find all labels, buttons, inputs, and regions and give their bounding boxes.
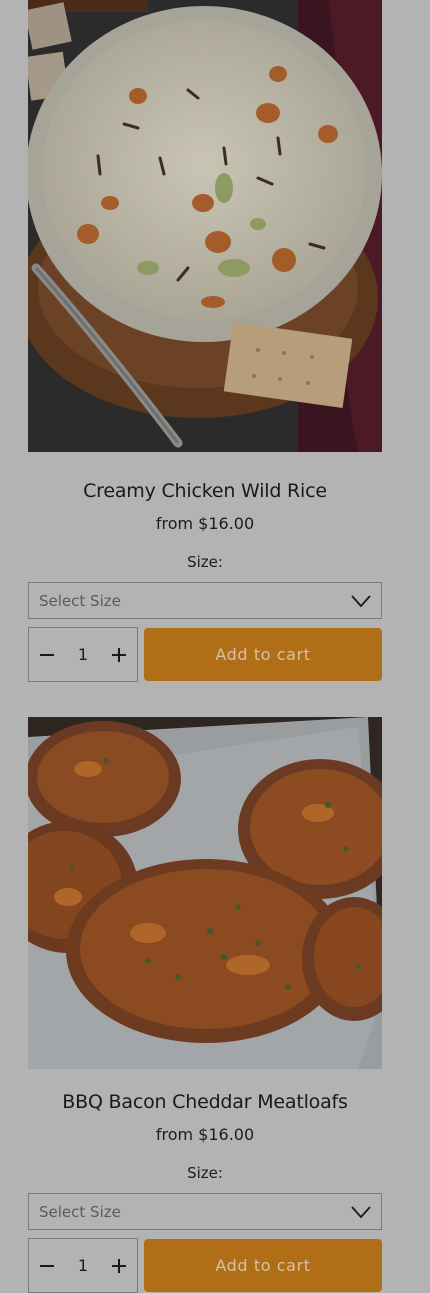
quantity-stepper: 1 bbox=[28, 1238, 138, 1293]
decrease-quantity-button[interactable] bbox=[37, 1256, 57, 1276]
purchase-actions: 1 Add to cart bbox=[28, 1238, 382, 1293]
add-to-cart-button[interactable]: Add to cart bbox=[144, 628, 382, 681]
minus-icon bbox=[40, 1264, 54, 1267]
plus-icon bbox=[112, 647, 126, 662]
size-select[interactable]: Select Size bbox=[28, 582, 382, 619]
size-select-placeholder: Select Size bbox=[39, 1202, 121, 1221]
quantity-value[interactable]: 1 bbox=[78, 645, 88, 664]
product-price: from $16.00 bbox=[155, 514, 255, 533]
quantity-value[interactable]: 1 bbox=[78, 1256, 88, 1275]
add-to-cart-button[interactable]: Add to cart bbox=[144, 1239, 382, 1292]
chevron-down-icon bbox=[351, 594, 371, 607]
quantity-stepper: 1 bbox=[28, 627, 138, 682]
product-price: from $16.00 bbox=[155, 1125, 255, 1144]
decrease-quantity-button[interactable] bbox=[37, 645, 57, 665]
size-select-placeholder: Select Size bbox=[39, 591, 121, 610]
size-select[interactable]: Select Size bbox=[28, 1193, 382, 1230]
increase-quantity-button[interactable] bbox=[109, 1256, 129, 1276]
size-label: Size: bbox=[187, 1164, 223, 1182]
product-card-1: Creamy Chicken Wild Rice from $16.00 Siz… bbox=[28, 0, 382, 682]
product-card-2: BBQ Bacon Cheddar Meatloafs from $16.00 … bbox=[28, 717, 382, 1293]
product-image-meatloafs[interactable] bbox=[28, 717, 382, 1069]
minus-icon bbox=[40, 653, 54, 656]
size-label: Size: bbox=[187, 553, 223, 571]
product-image-chicken-wild-rice-soup[interactable] bbox=[28, 0, 382, 452]
purchase-actions: 1 Add to cart bbox=[28, 627, 382, 682]
increase-quantity-button[interactable] bbox=[109, 645, 129, 665]
product-title[interactable]: BBQ Bacon Cheddar Meatloafs bbox=[28, 1089, 382, 1115]
chevron-down-icon bbox=[351, 1205, 371, 1218]
plus-icon bbox=[112, 1258, 126, 1273]
product-title[interactable]: Creamy Chicken Wild Rice bbox=[28, 478, 382, 504]
